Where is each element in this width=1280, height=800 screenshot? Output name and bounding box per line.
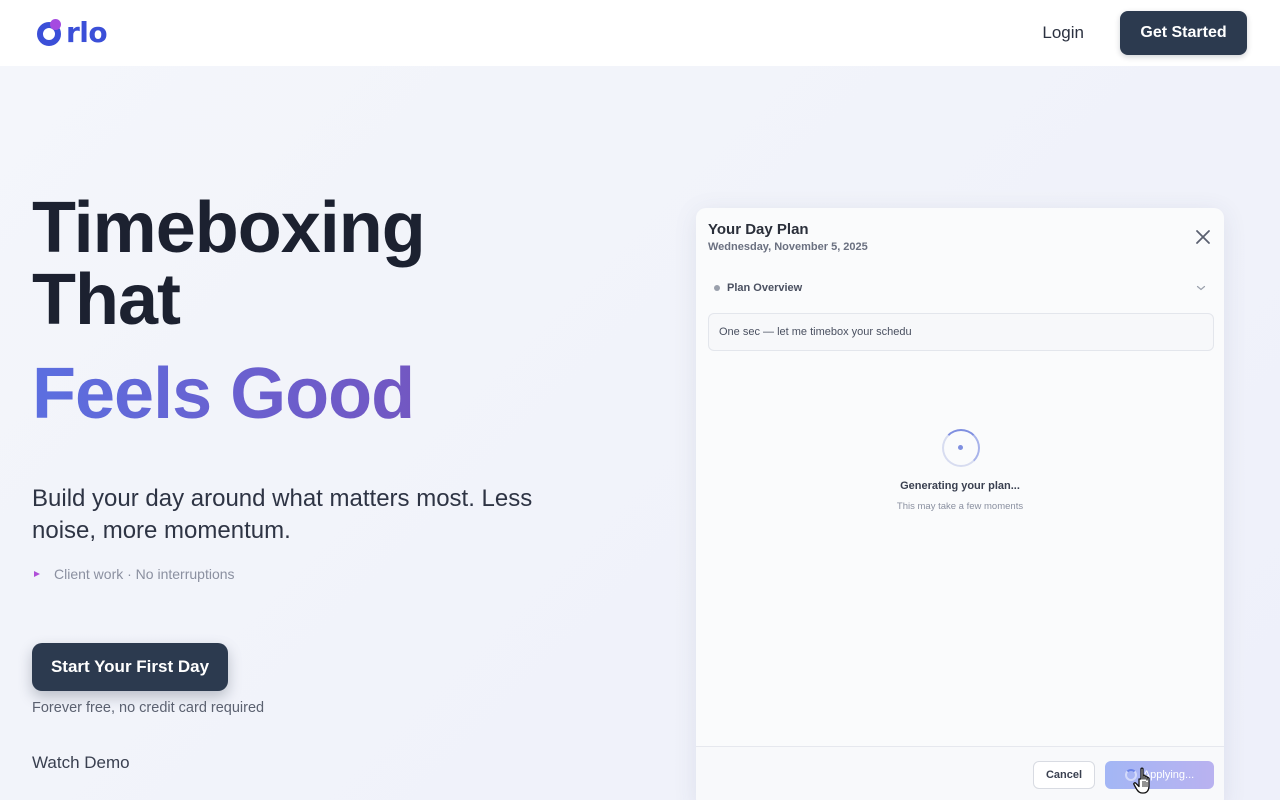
feature-bullet: Client work · No interruptions (34, 566, 235, 582)
close-icon[interactable] (1194, 228, 1212, 246)
plan-overview-label: Plan Overview (727, 282, 803, 294)
generating-subtitle: This may take a few moments (896, 501, 1024, 512)
brand-logo[interactable]: rlo (36, 16, 108, 49)
hero-title: Timeboxing That (32, 188, 426, 340)
hero-title-line-2: That (32, 260, 181, 340)
plan-overview-toggle[interactable]: Plan Overview (714, 282, 1206, 294)
logo-mark-icon (36, 19, 64, 47)
hero-subtitle: Build your day around what matters most.… (32, 485, 533, 544)
start-first-day-button[interactable]: Start Your First Day (32, 643, 228, 691)
applying-button[interactable]: Applying... (1105, 761, 1214, 789)
landing-page: rlo Login Get Started Timeboxing That Fe… (0, 0, 1280, 800)
modal-title: Your Day Plan (708, 221, 809, 238)
day-plan-modal: Your Day Plan Wednesday, November 5, 202… (696, 208, 1224, 800)
hero-title-accent: Feels Good (32, 354, 415, 434)
spinner-icon (942, 429, 980, 467)
logo-text: rlo (66, 16, 108, 49)
generating-title: Generating your plan... (900, 480, 1020, 492)
get-started-button[interactable]: Get Started (1120, 11, 1247, 55)
cta-note: Forever free, no credit card required (32, 700, 265, 716)
modal-date: Wednesday, November 5, 2025 (708, 241, 868, 253)
top-header: rlo Login Get Started (0, 0, 1280, 66)
chevron-down-icon (1196, 285, 1206, 291)
watch-demo-link[interactable]: Watch Demo (32, 753, 130, 773)
assistant-message-text: One sec — let me timebox your schedu (719, 326, 912, 338)
assistant-message: One sec — let me timebox your schedu (708, 313, 1214, 351)
login-link[interactable]: Login (1042, 23, 1084, 43)
cancel-button[interactable]: Cancel (1033, 761, 1095, 789)
status-dot-icon (714, 285, 720, 291)
header-nav: Login Get Started (1042, 11, 1247, 55)
hero-title-line-1: Timeboxing (32, 188, 426, 268)
feature-bullet-text: Client work · No interruptions (54, 566, 235, 582)
hand-pointer-icon (1133, 767, 1150, 794)
play-triangle-icon (34, 571, 40, 577)
